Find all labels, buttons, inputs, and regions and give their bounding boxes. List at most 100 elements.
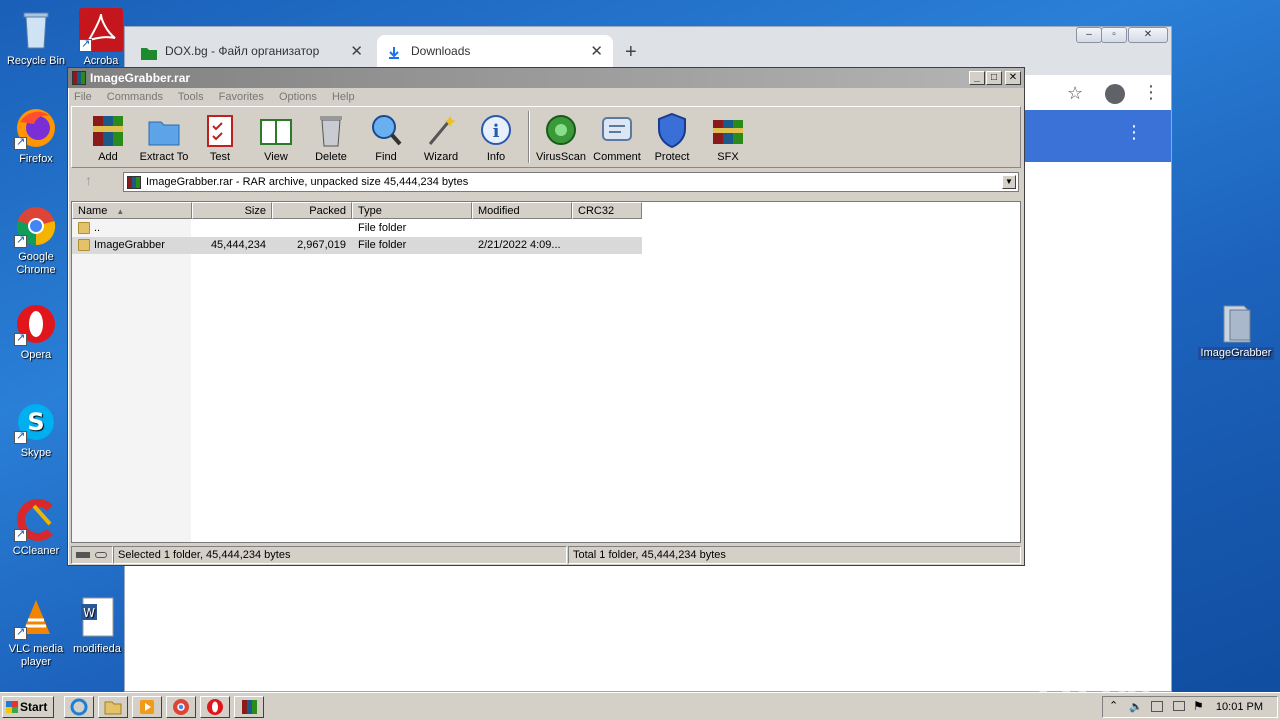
menu-file[interactable]: File bbox=[74, 91, 92, 103]
up-arrow-icon[interactable]: ↑ bbox=[85, 172, 92, 188]
menu-dots-icon[interactable]: ⋮ bbox=[1142, 82, 1160, 103]
new-tab-button[interactable]: + bbox=[625, 41, 637, 64]
close-button[interactable]: ✕ bbox=[1005, 71, 1021, 85]
sfx-archive-icon bbox=[711, 112, 745, 148]
taskbar-media-player-icon[interactable] bbox=[132, 696, 162, 718]
desktop-icon-opera[interactable]: Opera bbox=[0, 302, 72, 362]
comment-button[interactable]: Comment bbox=[589, 109, 645, 163]
opera-icon bbox=[14, 302, 58, 346]
column-header-type[interactable]: Type bbox=[352, 202, 472, 219]
menu-tools[interactable]: Tools bbox=[178, 91, 204, 103]
delete-button[interactable]: Delete bbox=[303, 109, 359, 163]
table-row[interactable]: ImageGrabber 45,444,234 2,967,019 File f… bbox=[72, 237, 642, 254]
system-tray: ⌃ 🔈 ⚑ 10:01 PM bbox=[1102, 696, 1278, 718]
monitor-icon[interactable] bbox=[1173, 701, 1185, 711]
address-field[interactable]: ImageGrabber.rar - RAR archive, unpacked… bbox=[123, 172, 1019, 192]
firefox-icon bbox=[14, 106, 58, 150]
book-icon bbox=[259, 112, 293, 148]
bug-icon bbox=[544, 112, 578, 148]
menu-help[interactable]: Help bbox=[332, 91, 355, 103]
word-document-icon: W bbox=[75, 596, 119, 640]
close-button[interactable]: ✕ bbox=[1128, 27, 1168, 43]
star-icon[interactable]: ☆ bbox=[1067, 83, 1083, 104]
taskbar: Start ⌃ 🔈 ⚑ 10:01 PM bbox=[0, 692, 1280, 720]
table-row[interactable]: .. File folder bbox=[72, 220, 642, 237]
taskbar-opera-icon[interactable] bbox=[200, 696, 230, 718]
desktop-icon-skype[interactable]: S Skype bbox=[0, 400, 72, 460]
column-header-packed[interactable]: Packed bbox=[272, 202, 352, 219]
column-header-crc32[interactable]: CRC32 bbox=[572, 202, 642, 219]
column-header-size[interactable]: Size bbox=[192, 202, 272, 219]
virusscan-button[interactable]: VirusScan bbox=[533, 109, 589, 163]
menu-commands[interactable]: Commands bbox=[107, 91, 163, 103]
winrar-window: ImageGrabber.rar _ □ ✕ File Commands Too… bbox=[67, 67, 1025, 566]
desktop-icon-imagegrabber[interactable]: ImageGrabber bbox=[1198, 300, 1274, 360]
flag-icon[interactable]: ⚑ bbox=[1193, 699, 1204, 713]
wizard-button[interactable]: Wizard bbox=[413, 109, 469, 163]
clock[interactable]: 10:01 PM bbox=[1216, 701, 1263, 713]
folder-icon bbox=[1214, 300, 1258, 344]
desktop-icon-label: Skype bbox=[20, 447, 52, 459]
taskbar-chrome-icon[interactable] bbox=[166, 696, 196, 718]
desktop-icon-modified-doc[interactable]: W modifieda bbox=[70, 596, 124, 656]
protect-button[interactable]: Protect bbox=[644, 109, 700, 163]
downloads-header: ⋮ bbox=[1025, 110, 1171, 162]
taskbar-ie-icon[interactable] bbox=[64, 696, 94, 718]
menu-favorites[interactable]: Favorites bbox=[219, 91, 264, 103]
comment-icon bbox=[600, 112, 634, 148]
status-drive-icons bbox=[71, 546, 113, 564]
key-icon bbox=[95, 552, 108, 558]
name-column-shading bbox=[72, 219, 191, 542]
info-button[interactable]: i Info bbox=[468, 109, 524, 163]
chevron-up-icon[interactable]: ⌃ bbox=[1109, 699, 1118, 712]
desktop-icon-acrobat[interactable]: Acroba bbox=[76, 8, 126, 68]
skype-icon: S bbox=[14, 400, 58, 444]
sfx-button[interactable]: SFX bbox=[700, 109, 756, 163]
close-icon[interactable]: ✕ bbox=[590, 42, 603, 60]
account-icon[interactable] bbox=[1105, 84, 1125, 104]
vlc-icon bbox=[14, 596, 58, 640]
status-selected: Selected 1 folder, 45,444,234 bytes bbox=[113, 546, 567, 564]
toolbar-separator bbox=[528, 111, 530, 163]
desktop-icon-ccleaner[interactable]: CCleaner bbox=[0, 498, 72, 558]
desktop-icon-label: Recycle Bin bbox=[6, 55, 66, 67]
minimize-button[interactable]: – bbox=[1076, 27, 1102, 43]
desktop-icon-recycle-bin[interactable]: Recycle Bin bbox=[0, 8, 72, 68]
minimize-button[interactable]: _ bbox=[969, 71, 985, 85]
winrar-titlebar[interactable]: ImageGrabber.rar _ □ ✕ bbox=[68, 68, 1024, 88]
desktop-icon-google-chrome[interactable]: Google Chrome bbox=[0, 204, 72, 277]
folder-icon bbox=[78, 222, 90, 234]
volume-icon[interactable]: 🔈 bbox=[1129, 700, 1143, 713]
taskbar-explorer-icon[interactable] bbox=[98, 696, 128, 718]
menu-options[interactable]: Options bbox=[279, 91, 317, 103]
extract-to-button[interactable]: Extract To bbox=[136, 109, 192, 163]
checklist-icon bbox=[203, 112, 237, 148]
column-header-modified[interactable]: Modified bbox=[472, 202, 572, 219]
archive-books-icon bbox=[91, 112, 125, 148]
column-header-name[interactable]: Name ▲ bbox=[72, 202, 192, 219]
test-button[interactable]: Test bbox=[192, 109, 248, 163]
chevron-down-icon[interactable]: ▼ bbox=[1002, 175, 1016, 189]
tab-downloads[interactable]: Downloads ✕ bbox=[377, 35, 613, 69]
recycle-bin-icon bbox=[14, 8, 58, 52]
close-icon[interactable]: ✕ bbox=[350, 42, 363, 60]
view-button[interactable]: View bbox=[248, 109, 304, 163]
desktop-icon-label: Google Chrome bbox=[16, 251, 56, 276]
start-button[interactable]: Start bbox=[2, 696, 54, 718]
maximize-button[interactable]: ▫ bbox=[1101, 27, 1127, 43]
svg-text:W: W bbox=[83, 606, 95, 620]
rar-archive-icon bbox=[127, 176, 141, 189]
info-icon: i bbox=[479, 112, 513, 148]
desktop-icon-firefox[interactable]: Firefox bbox=[0, 106, 72, 166]
add-button[interactable]: Add bbox=[80, 109, 136, 163]
network-icon[interactable] bbox=[1151, 701, 1163, 712]
winrar-toolbar: Add Extract To Test View Delete Find Wiz… bbox=[71, 106, 1021, 168]
taskbar-winrar-icon[interactable] bbox=[234, 696, 264, 718]
drive-icon bbox=[76, 552, 90, 558]
tab-dox-bg[interactable]: DOX.bg - Файл организатор ✕ bbox=[141, 35, 373, 69]
maximize-button[interactable]: □ bbox=[986, 71, 1002, 85]
find-button[interactable]: Find bbox=[358, 109, 414, 163]
tab-label: Downloads bbox=[411, 44, 471, 58]
desktop-icon-vlc[interactable]: VLC media player bbox=[0, 596, 72, 669]
more-options-icon[interactable]: ⋮ bbox=[1125, 122, 1143, 143]
